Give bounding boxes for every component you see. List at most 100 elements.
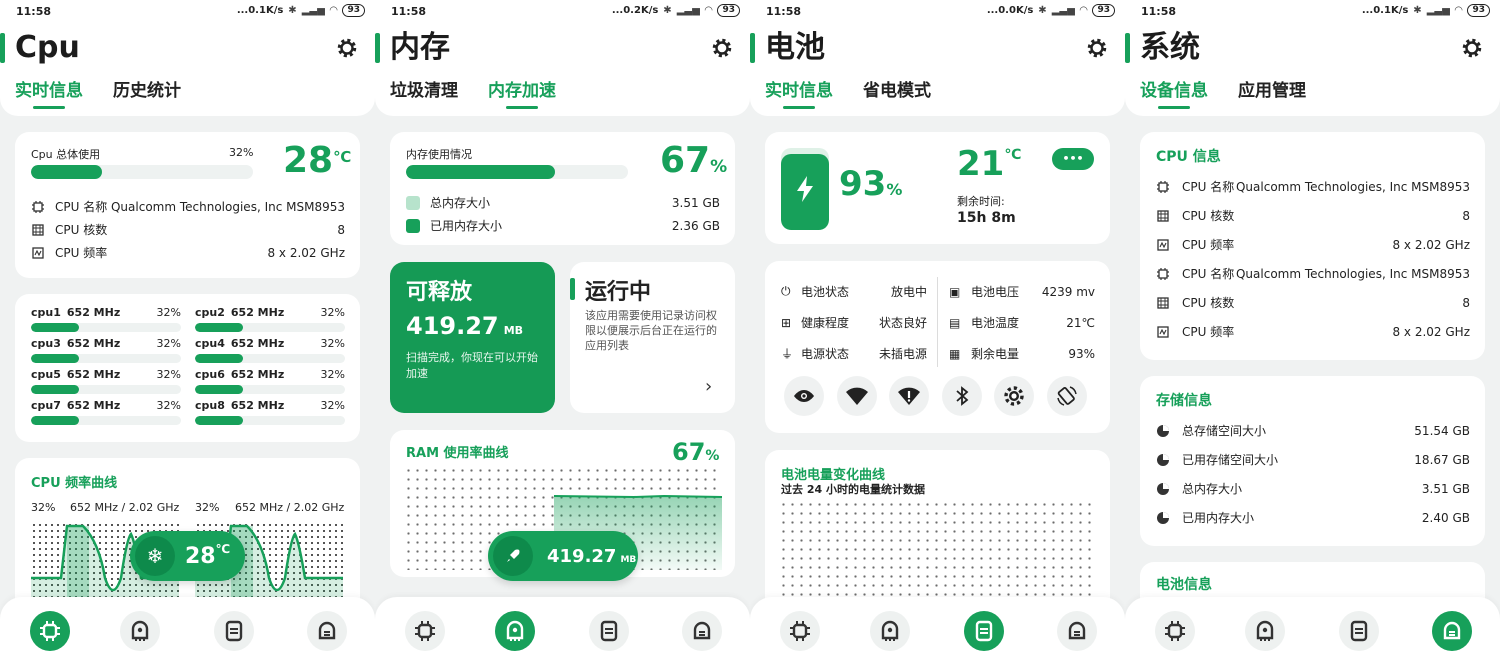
core-freq: 652 MHz: [66, 337, 121, 350]
rotate-icon[interactable]: [1047, 376, 1087, 416]
cpu-icon: [40, 621, 60, 641]
nav-battery[interactable]: [214, 611, 254, 651]
usage-percent: 32%: [229, 146, 254, 159]
release-amount: 419.27 MB: [406, 312, 523, 340]
bluetooth-icon[interactable]: [942, 376, 982, 416]
tab-cleanup[interactable]: 垃圾清理: [390, 76, 458, 101]
core-percent: 32%: [320, 399, 345, 412]
core-progress: [195, 323, 345, 332]
usage-label: 内存使用情况: [406, 148, 472, 161]
brightness-icon[interactable]: [994, 376, 1034, 416]
gear-icon[interactable]: [1085, 36, 1109, 60]
battery-icon: [1350, 620, 1368, 642]
status-time: 11:58: [1141, 5, 1177, 18]
memory-screen: 11:58 ...0.2K/s ✱ ▂▃▅ ◠ 93 内存 垃圾清理 内存加速 …: [375, 0, 750, 666]
plug-icon: ⏚: [781, 347, 794, 361]
tab-device-info[interactable]: 设备信息: [1140, 76, 1208, 101]
total-memory-row: 总内存大小 3.51 GB: [406, 194, 720, 211]
chevron-right-icon[interactable]: ›: [705, 376, 712, 397]
battery-temperature: 21℃: [957, 144, 1021, 184]
core-percent: 32%: [156, 399, 181, 412]
stat-value: 未插电源: [878, 347, 927, 361]
temperature-pill[interactable]: ❄ 28 ℃: [130, 531, 245, 581]
tab-app-manager[interactable]: 应用管理: [1238, 76, 1306, 101]
storage-info-row: 已用内存大小 2.40 GB: [1156, 509, 1470, 526]
core-progress: [31, 385, 181, 394]
memory-progress: [406, 165, 628, 179]
nav-battery[interactable]: [1339, 611, 1379, 651]
info-value: 8 x 2.02 GHz: [1392, 324, 1470, 339]
stat-row: ▤ 电池温度 21℃: [949, 314, 1095, 331]
release-desc: 扫描完成，你现在可以开始加速: [406, 351, 538, 380]
tab-realtime[interactable]: 实时信息: [765, 76, 833, 101]
boost-pill[interactable]: 419.27 MB: [488, 531, 638, 581]
signal-icon: ▂▃▅: [301, 5, 325, 16]
nav-battery[interactable]: [589, 611, 629, 651]
tab-boost[interactable]: 内存加速: [488, 76, 556, 101]
stat-value: 93%: [1068, 346, 1095, 361]
title-accent-bar: [0, 33, 5, 63]
cpu-info-row: CPU 频率 8 x 2.02 GHz: [1156, 236, 1470, 253]
nav-system[interactable]: [1432, 611, 1472, 651]
nav-cpu[interactable]: [30, 611, 70, 651]
storage-section-title: 存储信息: [1156, 393, 1212, 409]
nav-cpu[interactable]: [1155, 611, 1195, 651]
core-percent: 32%: [320, 306, 345, 319]
page-title-text: 电池: [765, 30, 825, 65]
info-label: CPU 名称: [1182, 180, 1235, 194]
storage-info-row: 已用存储空间大小 18.67 GB: [1156, 451, 1470, 468]
tab-realtime[interactable]: 实时信息: [15, 76, 83, 101]
tabs: 实时信息 历史统计: [15, 76, 181, 101]
wifi-off-icon[interactable]: [889, 376, 929, 416]
stat-value: 21℃: [1066, 315, 1095, 330]
gear-icon[interactable]: [710, 36, 734, 60]
header: 11:58 ...0.1K/s ✱ ▂▃▅ ◠ 93 Cpu 实时信息 历史统计: [0, 0, 375, 116]
more-button[interactable]: •••: [1052, 148, 1094, 170]
nav-system[interactable]: [682, 611, 722, 651]
battery-level-card: 93% 21℃ 剩余时间: 15h 8m •••: [765, 132, 1110, 244]
nav-memory[interactable]: [1245, 611, 1285, 651]
cpu-info-row: CPU 频率 8 x 2.02 GHz: [1156, 323, 1470, 340]
info-row-name: CPU 名称 Qualcomm Technologies, Inc MSM895…: [31, 198, 345, 215]
info-label: 已用存储空间大小: [1182, 453, 1279, 467]
core-percent: 32%: [156, 368, 181, 381]
pill-temp: 28: [185, 543, 216, 569]
lightning-icon: [797, 176, 813, 202]
running-card[interactable]: 运行中 该应用需要使用记录访问权限以便展示后台正在运行的应用列表 ›: [570, 262, 735, 413]
level-unit: %: [886, 180, 903, 199]
eye-icon[interactable]: [784, 376, 824, 416]
stats-divider: [937, 277, 938, 367]
tab-power-saving[interactable]: 省电模式: [863, 76, 931, 101]
battery-screen: 11:58 ...0.0K/s ✱ ▂▃▅ ◠ 93 电池 实时信息 省电模式 …: [750, 0, 1125, 666]
wifi-icon[interactable]: [837, 376, 877, 416]
info-value: Qualcomm Technologies, Inc MSM8953: [1235, 266, 1470, 281]
nav-memory[interactable]: [120, 611, 160, 651]
nav-battery[interactable]: [964, 611, 1004, 651]
pill-unit: MB: [620, 555, 637, 565]
cpu-icon: [790, 621, 810, 641]
curve-left-freq: 652 MHz / 2.02 GHz: [70, 501, 180, 514]
total-value: 3.51 GB: [671, 195, 720, 210]
gear-icon[interactable]: [335, 36, 359, 60]
tab-history[interactable]: 历史统计: [113, 76, 181, 101]
title-accent-bar: [750, 33, 755, 63]
nav-cpu[interactable]: [405, 611, 445, 651]
gear-icon[interactable]: [1460, 36, 1484, 60]
nav-memory[interactable]: [495, 611, 535, 651]
rocket-icon: [493, 536, 533, 576]
system-icon: [1443, 621, 1461, 640]
info-label: 总存储空间大小: [1182, 424, 1267, 438]
usage-progress: [31, 165, 253, 179]
network-speed: ...0.1K/s: [1361, 5, 1409, 16]
grid-chip-icon: [1156, 209, 1170, 223]
info-value: 3.51 GB: [1421, 481, 1470, 496]
core-percent: 32%: [156, 337, 181, 350]
used-label: 已用内存大小: [430, 219, 503, 233]
nav-system[interactable]: [1057, 611, 1097, 651]
nav-cpu[interactable]: [780, 611, 820, 651]
nav-system[interactable]: [307, 611, 347, 651]
core-percent: 32%: [320, 337, 345, 350]
nav-memory[interactable]: [870, 611, 910, 651]
title-accent-bar: [1125, 33, 1130, 63]
releasable-card[interactable]: 可释放 419.27 MB 扫描完成，你现在可以开始加速: [390, 262, 555, 413]
